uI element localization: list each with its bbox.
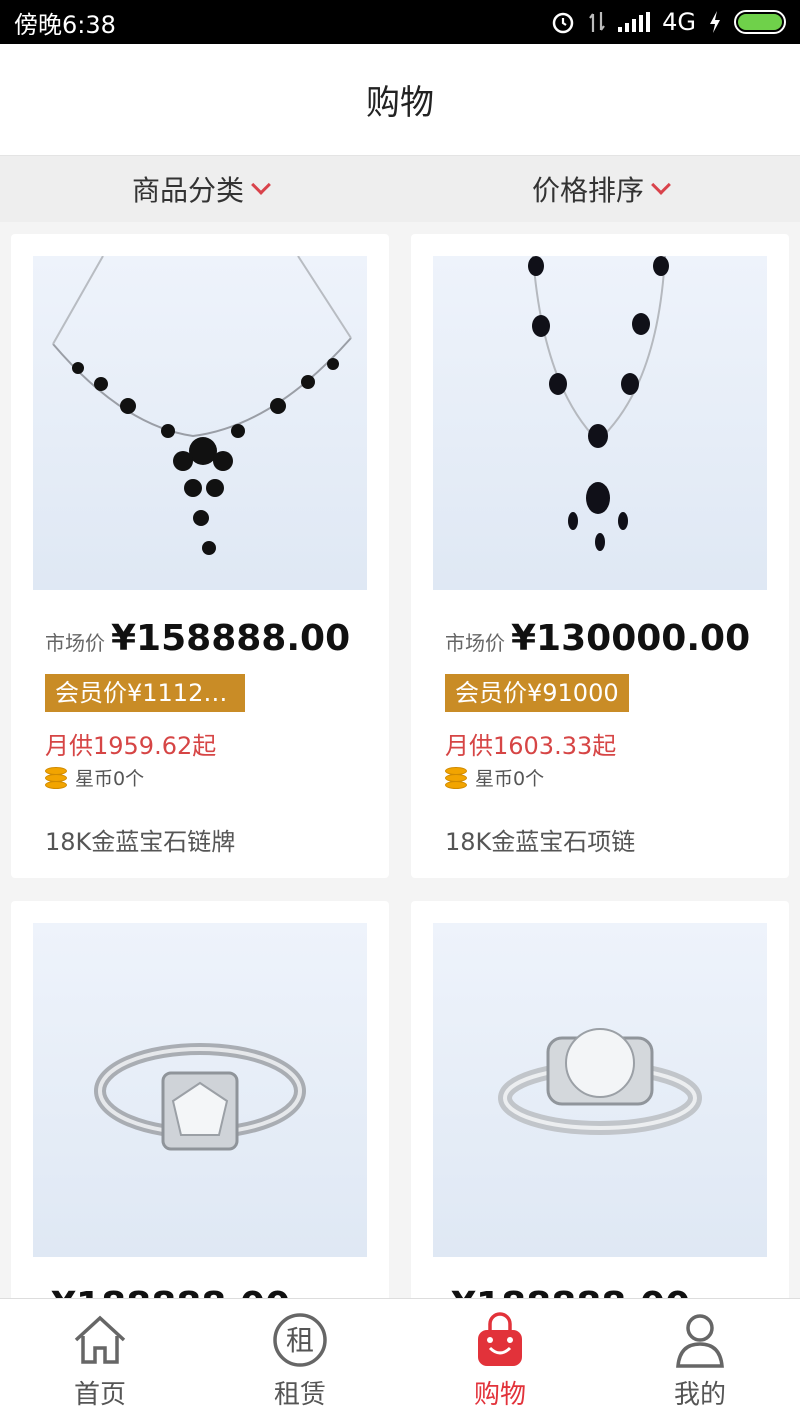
signal-icon xyxy=(618,12,651,32)
monthly-payment: 月供1603.33起 xyxy=(445,732,617,760)
status-time: 傍晚6:38 xyxy=(14,10,116,39)
svg-text:租: 租 xyxy=(286,1324,314,1357)
rent-icon: 租 xyxy=(273,1313,327,1367)
product-grid: 市场价 ¥158888.00 会员价¥11122... 月供1959.62起 星… xyxy=(0,222,800,1298)
product-image-ring xyxy=(33,923,367,1257)
category-filter-label: 商品分类 xyxy=(131,174,244,207)
product-card[interactable]: 市场价 ¥130000.00 会员价¥91000 月供1603.33起 星币0个… xyxy=(411,234,789,878)
status-icons: 4G xyxy=(550,8,786,36)
product-card[interactable]: ¥188888.00 xyxy=(11,901,389,1298)
battery-icon xyxy=(734,10,786,34)
shopping-bag-icon xyxy=(478,1312,522,1366)
tab-shopping-label: 购物 xyxy=(473,1380,526,1410)
tab-home[interactable]: 首页 xyxy=(0,1299,200,1422)
category-filter-button[interactable]: 商品分类 xyxy=(0,156,400,222)
status-bar: 傍晚6:38 4G xyxy=(0,0,800,44)
market-price: ¥158888.00 xyxy=(111,618,351,659)
charging-icon xyxy=(710,11,720,33)
network-type: 4G xyxy=(662,8,696,36)
product-name: 18K金蓝宝石链牌 xyxy=(45,828,236,856)
member-price-badge: 会员价¥91000 xyxy=(445,674,629,712)
page-title: 购物 xyxy=(366,83,434,123)
tab-rent-label: 租赁 xyxy=(273,1380,326,1410)
chevron-down-icon xyxy=(651,175,671,195)
data-transfer-icon xyxy=(589,12,606,32)
product-image-necklace xyxy=(33,256,367,590)
filter-bar: 商品分类 价格排序 xyxy=(0,156,800,222)
price-sort-button[interactable]: 价格排序 xyxy=(400,156,800,222)
market-price-row: ¥188888.00 xyxy=(445,1285,690,1298)
alarm-icon xyxy=(552,12,574,34)
market-price: ¥188888.00 xyxy=(51,1285,290,1298)
star-coins-row: 星币0个 xyxy=(45,764,144,791)
bottom-tab-bar: 首页 租 租赁 购物 我的 xyxy=(0,1298,800,1422)
tab-shopping[interactable]: 购物 xyxy=(400,1299,600,1422)
market-price-row: ¥188888.00 xyxy=(45,1285,290,1298)
product-image-necklace xyxy=(433,256,767,590)
product-card[interactable]: 市场价 ¥158888.00 会员价¥11122... 月供1959.62起 星… xyxy=(11,234,389,878)
product-name: 18K金蓝宝石项链 xyxy=(445,828,636,856)
monthly-payment: 月供1959.62起 xyxy=(45,732,217,760)
tab-rent[interactable]: 租 租赁 xyxy=(200,1299,400,1422)
market-price: ¥130000.00 xyxy=(511,618,751,659)
chevron-down-icon xyxy=(251,175,271,195)
coin-stack-icon xyxy=(445,766,467,789)
star-coins-text: 星币0个 xyxy=(75,768,145,790)
home-icon xyxy=(74,1315,126,1364)
price-sort-label: 价格排序 xyxy=(531,174,644,207)
tab-profile[interactable]: 我的 xyxy=(600,1299,800,1422)
tab-home-label: 首页 xyxy=(73,1380,126,1410)
page-header: 购物 xyxy=(0,44,800,156)
product-card[interactable]: ¥188888.00 xyxy=(411,901,789,1298)
product-image-ring xyxy=(433,923,767,1257)
coin-stack-icon xyxy=(45,766,67,789)
market-price: ¥188888.00 xyxy=(451,1285,690,1298)
market-price-row: 市场价 ¥158888.00 xyxy=(45,618,350,659)
market-price-label: 市场价 xyxy=(445,631,505,655)
star-coins-row: 星币0个 xyxy=(445,764,544,791)
market-price-row: 市场价 ¥130000.00 xyxy=(445,618,750,659)
market-price-label: 市场价 xyxy=(45,631,105,655)
profile-icon xyxy=(676,1314,724,1368)
member-price-badge: 会员价¥11122... xyxy=(45,674,245,712)
star-coins-text: 星币0个 xyxy=(475,768,545,790)
tab-profile-label: 我的 xyxy=(673,1380,726,1410)
